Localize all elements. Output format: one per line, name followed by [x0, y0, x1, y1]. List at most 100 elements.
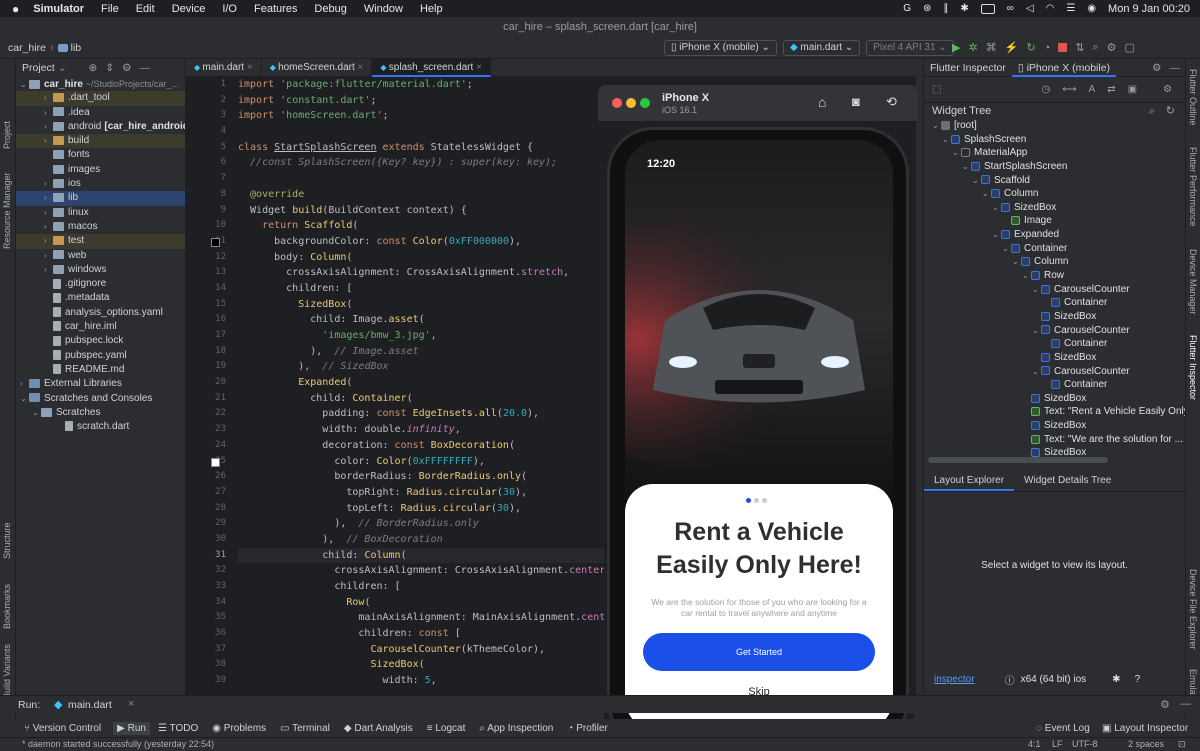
project-tree-item[interactable]: › External Libraries — [16, 377, 185, 391]
phone-screen[interactable]: 12:20 Rent a Vehicle Easily Only Here! W… — [625, 140, 893, 732]
chevron-down-icon[interactable]: ⌄ — [20, 78, 29, 92]
repaint-icon[interactable]: ⇄ — [1107, 84, 1115, 95]
code-line[interactable]: Row( — [238, 595, 623, 611]
code-line[interactable]: SizedBox( — [238, 657, 623, 673]
widget-tree-node[interactable]: SizedBox — [924, 446, 1185, 457]
avd-manager-icon[interactable]: ▢ — [1125, 41, 1135, 54]
chevron-icon[interactable]: › — [44, 191, 53, 205]
slow-animations-icon[interactable]: ◷ — [1041, 84, 1050, 95]
code-line[interactable]: 'images/bmw_3.jpg', — [238, 328, 623, 344]
debug-icon[interactable]: ✲ — [968, 41, 977, 54]
vpn-icon[interactable]: ⊛ — [923, 3, 931, 14]
chevron-down-icon[interactable]: ⌄ — [992, 201, 1001, 215]
chevron-down-icon[interactable]: ⌄ — [942, 133, 951, 147]
project-tree-item[interactable]: › build — [16, 134, 185, 149]
collapse-icon[interactable]: ⇕ — [105, 62, 114, 74]
menubar-clock[interactable]: Mon 9 Jan 00:20 — [1108, 3, 1190, 15]
tab-layout-explorer[interactable]: Layout Explorer — [924, 472, 1015, 491]
lock-icon[interactable]: ⊡ — [1178, 738, 1186, 751]
code-line[interactable]: backgroundColor: const Color(0xFF000000)… — [238, 234, 623, 250]
gear-icon[interactable]: ⚙ — [122, 62, 131, 74]
apple-icon[interactable]: ● — [12, 2, 19, 16]
project-tree-item[interactable]: › web — [16, 249, 185, 263]
code-line[interactable]: child: Image.asset( — [238, 312, 623, 328]
code-line[interactable]: children: [ — [238, 579, 623, 595]
code-line[interactable]: Expanded( — [238, 375, 623, 391]
hot-reload-icon[interactable]: ⚡ — [1005, 41, 1019, 54]
widget-tree-node[interactable]: ⌄ SizedBox — [924, 201, 1185, 215]
stripe-bookmarks[interactable]: Bookmarks — [2, 584, 12, 629]
project-tree-item[interactable]: .gitignore — [16, 277, 185, 291]
file-encoding[interactable]: UTF-8 — [1072, 738, 1098, 751]
widget-tree-node[interactable]: Container — [924, 337, 1185, 351]
search-icon[interactable]: ⌕ — [1092, 41, 1098, 54]
project-tree-item[interactable]: fonts — [16, 148, 185, 162]
widget-tree-node[interactable]: Container — [924, 296, 1185, 310]
close-window-icon[interactable] — [612, 98, 622, 108]
chevron-down-icon[interactable]: ⌄ — [962, 160, 971, 174]
close-tab-icon[interactable]: × — [244, 62, 253, 73]
gear-icon[interactable]: ⚙ — [1160, 698, 1170, 711]
link-icon[interactable]: ∞ — [1007, 3, 1014, 14]
project-tree-item[interactable]: › linux — [16, 206, 185, 220]
chevron-down-icon[interactable]: ⌄ — [1002, 242, 1011, 256]
run-icon[interactable]: ▶ — [952, 41, 960, 54]
menu-window[interactable]: Window — [364, 3, 403, 15]
tab-app-inspection[interactable]: ⌕ App Inspection — [479, 723, 553, 734]
code-line[interactable] — [238, 124, 623, 140]
code-line[interactable]: child: Column( — [238, 547, 624, 564]
wifi-icon[interactable]: ◠ — [1046, 3, 1055, 14]
oversized-images-icon[interactable]: ▣ — [1128, 84, 1137, 95]
code-line[interactable]: //const SplashScreen({Key? key}) : super… — [238, 155, 623, 171]
get-started-button[interactable]: Get Started — [643, 633, 875, 671]
widget-tree-node[interactable]: ⌄ MaterialApp — [924, 146, 1185, 160]
chevron-icon[interactable]: › — [44, 120, 53, 134]
chevron-icon[interactable]: › — [44, 177, 53, 191]
code-line[interactable]: children: [ — [238, 281, 623, 297]
chevron-icon[interactable]: › — [44, 134, 53, 148]
tab-run[interactable]: ▶ Run — [113, 721, 150, 735]
code-line[interactable]: ), // Image.asset — [238, 344, 623, 360]
widget-tree-node[interactable]: SizedBox — [924, 392, 1185, 406]
widget-tree-node[interactable]: ⌄ SplashScreen — [924, 133, 1185, 147]
close-tab-icon[interactable]: × — [473, 62, 482, 73]
chevron-icon[interactable]: › — [44, 220, 53, 234]
widget-tree-node[interactable]: ⌄ StartSplashScreen — [924, 160, 1185, 174]
tab-widget-details-tree[interactable]: Widget Details Tree — [1014, 472, 1121, 491]
tab-flutter-inspector[interactable]: Flutter Inspector — [924, 62, 1012, 74]
chevron-icon[interactable]: › — [44, 263, 53, 277]
stripe-device-manager[interactable]: Device Manager — [1188, 249, 1198, 315]
code-line[interactable]: crossAxisAlignment: CrossAxisAlignment.c… — [238, 563, 623, 579]
guidelines-icon[interactable]: ⟷ — [1062, 84, 1076, 95]
chevron-down-icon[interactable]: ⌄ — [982, 187, 991, 201]
code-line[interactable]: SizedBox( — [238, 297, 623, 313]
chevron-down-icon[interactable]: ⌄ — [1032, 324, 1041, 338]
code-line[interactable]: width: double.infinity, — [238, 422, 623, 438]
widget-tree-node[interactable]: ⌄ CarouselCounter — [924, 365, 1185, 379]
chevron-down-icon[interactable]: ⌄ — [1022, 269, 1031, 283]
breadcrumb-project[interactable]: car_hire — [8, 42, 46, 54]
widget-tree-node[interactable]: ⌄ Container — [924, 242, 1185, 256]
rotate-icon[interactable]: ⟲ — [886, 94, 897, 110]
chevron-icon[interactable]: › — [44, 249, 53, 263]
project-tree-item[interactable]: car_hire.iml — [16, 320, 185, 334]
select-widget-icon[interactable]: ⬚ — [932, 84, 941, 95]
widget-tree-node[interactable]: ⌄ CarouselCounter — [924, 283, 1185, 297]
tree-scrollbar[interactable] — [928, 457, 1108, 463]
editor-tab[interactable]: ◆ main.dart × — [186, 59, 262, 77]
widget-tree-node[interactable]: Container — [924, 378, 1185, 392]
volume-icon[interactable]: ◁ — [1026, 3, 1034, 14]
code-line[interactable]: color: Color(0xFFFFFFFF), — [238, 454, 623, 470]
siri-icon[interactable]: ◉ — [1087, 3, 1096, 14]
project-tree-item[interactable]: README.md — [16, 363, 185, 377]
breadcrumb-folder[interactable]: lib — [71, 42, 82, 54]
chevron-down-icon[interactable]: ⌄ — [1032, 365, 1041, 379]
stripe-flutter-performance[interactable]: Flutter Performance — [1188, 147, 1198, 227]
tab-event-log[interactable]: ◌ Event Log — [1036, 723, 1090, 734]
code-line[interactable]: width: 5, — [238, 673, 623, 689]
chevron-down-icon[interactable]: ⌄ — [58, 62, 67, 74]
code-line[interactable]: padding: const EdgeInsets.all(20.0), — [238, 406, 623, 422]
project-tree-item[interactable]: ⌄ Scratches — [16, 406, 185, 420]
bug-icon[interactable]: ✱ — [1112, 674, 1120, 685]
close-icon[interactable]: × — [128, 698, 134, 710]
